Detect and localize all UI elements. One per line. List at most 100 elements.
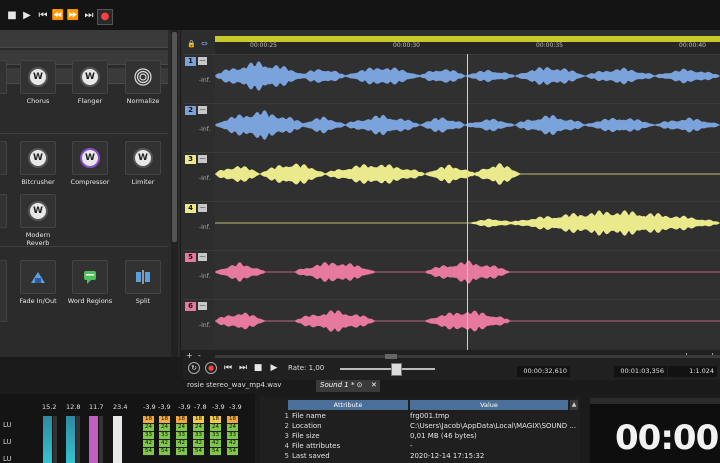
meter-scale-value: 54 [176,448,187,456]
track-minimize-icon[interactable]: — [198,155,207,163]
meter-scale-value: 18 [210,416,221,424]
ruler-tick-label: 00:00:30 [393,42,420,49]
track-number: 1 [185,57,196,66]
attribute-name: Last saved [292,452,330,460]
skip-forward-button-icon[interactable]: ⏭ [237,362,249,374]
meter-scale-value: 42 [227,440,238,448]
effect-fade-in-out[interactable]: Fade In/Out [15,260,61,305]
snap-icon[interactable]: ⇔ [201,39,208,48]
effect-partial-3[interactable] [0,194,7,231]
top-toolbar: ■ ▶ ⏮ ⏪ ⏩ ⏭ ● [0,0,720,30]
skip-back-button-icon[interactable]: ⏮ [222,362,234,374]
table-row[interactable]: 3 File size 0,01 MB (46 bytes) [261,431,579,441]
attribute-name: File size [292,432,320,440]
playhead[interactable] [467,54,468,350]
horizontal-scrollbar[interactable] [215,355,720,358]
divider [0,133,168,134]
attribute-name: Location [292,422,322,430]
length-display[interactable]: 00:01:03,356 [614,366,667,377]
track-minimize-icon[interactable]: — [198,57,207,65]
meter-track [76,416,80,463]
meter-scale-value: 42 [210,440,221,448]
tab-file[interactable]: rosie stereo_wav_mp4.wav [187,381,281,389]
meter-scale-value: 18 [176,416,187,424]
meter-scale-value: 33 [176,432,187,440]
effect-partial-2[interactable] [0,141,7,178]
bitcrusher-icon: W [20,141,56,175]
meter-scale-value: 33 [143,432,154,440]
meter-scale-value: 24 [159,424,170,432]
zoom-display[interactable]: 1:1.024 [668,366,717,377]
effect-partial-1[interactable] [0,60,7,97]
close-tab-icon[interactable]: ✕ [371,381,377,389]
meter-scale-value: 33 [210,432,221,440]
meter-scale-value: 42 [176,440,187,448]
meter-peak: 15.2 [42,403,57,411]
effect-label: Word Regions [67,297,113,305]
row-number: 1 [284,412,289,420]
effect-flanger[interactable]: W Flanger [67,60,113,105]
play-icon[interactable]: ▶ [20,9,34,23]
effect-label: Bitcrusher [21,178,55,186]
meter-scale-value: 54 [210,448,221,456]
lu-label: LU [3,455,12,463]
effect-bitcrusher[interactable]: W Bitcrusher [15,141,61,186]
skip-forward-icon[interactable]: ⏭ [82,9,96,23]
skip-back-icon[interactable]: ⏮ [36,9,50,23]
range-bar[interactable] [215,36,720,42]
zoom-in-vertical-icon[interactable]: + [186,351,193,360]
effect-compressor[interactable]: W Compressor [67,141,113,186]
effect-normalize[interactable]: Normalize [120,60,166,105]
attribute-value: 2020-12-14 17:15:32 [410,452,485,460]
effect-partial-4[interactable] [0,260,7,325]
table-row[interactable]: 4 File attributes - [261,441,579,451]
effect-word-regions[interactable]: Word Regions [67,260,113,305]
row-number: 2 [284,422,289,430]
stop-button-icon[interactable]: ■ [252,362,264,374]
meter-scale-value: 33 [159,432,170,440]
meter-scale-value: 24 [176,424,187,432]
rate-slider[interactable] [340,368,435,370]
attribute-name: File name [292,412,326,420]
column-header-attribute[interactable]: Attribute [288,400,408,410]
rate-slider-thumb[interactable] [391,363,402,376]
fast-forward-icon[interactable]: ⏩ [66,9,80,23]
loop-icon[interactable]: ↻ [188,362,200,374]
meter-scale-value: 24 [143,424,154,432]
track-number: 4 [185,204,196,213]
table-row[interactable]: 5 Last saved 2020-12-14 17:15:32 [261,451,579,461]
rewind-icon[interactable]: ⏪ [51,9,65,23]
effect-chorus[interactable]: W Chorus [15,60,61,105]
meter-scale-value: 54 [227,448,238,456]
meter-scale-value: 33 [193,432,204,440]
record-button-icon[interactable]: ● [205,362,217,374]
track-minimize-icon[interactable]: — [198,302,207,310]
meter-track [99,416,103,463]
position-display[interactable]: 00:00:32,610 [517,366,570,377]
track-minimize-icon[interactable]: — [198,106,207,114]
meter-scale-value: 18 [159,416,170,424]
horizontal-scrollbar-thumb[interactable] [385,354,397,359]
effect-limiter[interactable]: W Limiter [120,141,166,186]
meter-column: 18 24 33 42 54 [210,416,221,463]
track-level: -Inf. [199,126,211,133]
track-minimize-icon[interactable]: — [198,253,207,261]
effect-split[interactable]: Split [120,260,166,305]
row-number: 3 [284,432,289,440]
panel-scrollbar-thumb[interactable] [172,32,177,242]
table-row[interactable]: 2 Location C:\Users\Jacob\AppData\Local\MA… [261,421,579,431]
lock-icon[interactable]: 🔒 [187,40,196,48]
stop-icon[interactable]: ■ [5,9,19,23]
loudness-meter [89,416,98,463]
effect-modern-reverb[interactable]: W Modern Reverb [15,194,61,247]
column-header-value[interactable]: Value [410,400,568,410]
meter-track [53,416,57,463]
zoom-out-vertical-icon[interactable]: - [198,351,201,360]
track-minimize-icon[interactable]: — [198,204,207,212]
scroll-up-icon[interactable]: ▲ [570,400,578,410]
table-row[interactable]: 1 File name frg001.tmp [261,411,579,421]
play-button-icon[interactable]: ▶ [268,362,280,374]
record-icon[interactable]: ● [97,9,113,25]
meter-scale-value: 42 [159,440,170,448]
meter-scale-value: 24 [193,424,204,432]
